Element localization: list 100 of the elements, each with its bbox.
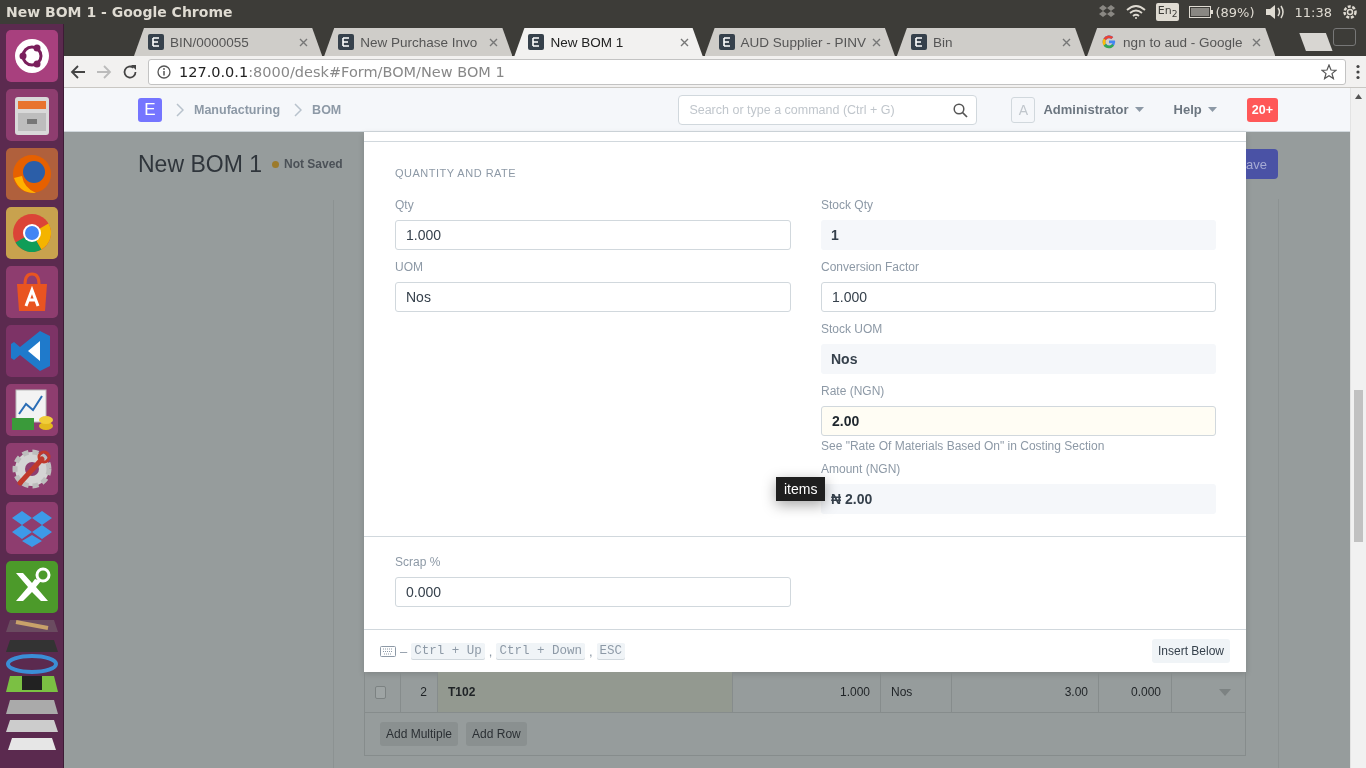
shopping-bag-icon[interactable] (5, 266, 58, 318)
keyboard-icon (380, 645, 396, 657)
g-logo-icon (1101, 34, 1118, 50)
letter-tile-icon (148, 34, 164, 50)
x-icon[interactable] (5, 561, 58, 613)
menu-icon[interactable] (1356, 63, 1360, 80)
field-label: Rate (NGN) (821, 384, 886, 399)
box-icon[interactable] (5, 502, 58, 554)
table-button[interactable]: Add Row (466, 722, 527, 746)
browser-tab[interactable]: New Purchase Invo (324, 28, 513, 56)
read-only-field: 1 (821, 220, 1216, 250)
input-field[interactable]: 2.00 (821, 406, 1216, 436)
tooltip: items (776, 477, 826, 501)
save-button[interactable]: ave (1246, 149, 1278, 179)
read-only-field: Nos (821, 344, 1216, 374)
settings-icon[interactable] (1342, 4, 1358, 20)
section-heading: QUANTITY AND RATE (395, 166, 518, 181)
page-title: New BOM 1 (138, 150, 262, 178)
field-label: Stock UOM (821, 322, 884, 337)
address-bar[interactable]: 127.0.0.1:8000/desk#Form/BOM/New BOM 1 (148, 58, 1346, 85)
user-menu[interactable]: Administrator (1043, 102, 1144, 117)
breadcrumb-link[interactable]: Manufacturing (194, 102, 281, 117)
close-icon[interactable] (1252, 37, 1262, 47)
close-icon[interactable] (871, 37, 881, 47)
scrollbar[interactable] (1350, 88, 1366, 768)
battery-icon[interactable] (1189, 6, 1214, 18)
star-icon[interactable] (1321, 63, 1337, 80)
letter-tile-icon (338, 34, 355, 50)
browser-tab[interactable]: BIN/0000055 (134, 28, 323, 56)
shortcut-key: Ctrl + Up (411, 643, 485, 659)
info-icon[interactable] (157, 64, 171, 79)
table-cell: T102 (438, 672, 733, 712)
delimiter-text: , (588, 643, 593, 659)
up-arrow-icon[interactable] (1355, 94, 1362, 99)
status-text: Not Saved (284, 157, 343, 171)
box-icon[interactable] (1097, 5, 1116, 19)
browser-tab[interactable]: Bin (896, 28, 1086, 56)
field-label: Amount (NGN) (821, 462, 902, 477)
shortcut-key: Ctrl + Down (496, 643, 585, 659)
app-logo[interactable]: E (138, 97, 162, 122)
dash-text: – (400, 643, 408, 659)
insert-below-button[interactable]: Insert Below (1151, 639, 1230, 663)
profile-button[interactable] (1332, 28, 1356, 46)
table-cell: 3.00 (952, 672, 1099, 712)
notification-badge[interactable]: 20+ (1246, 97, 1278, 122)
reload-icon[interactable] (122, 63, 138, 80)
url-text: 127.0.0.1:8000/desk#Form/BOM/New BOM 1 (179, 63, 505, 80)
logo-icon[interactable] (5, 30, 58, 82)
keyboard-layout-indicator[interactable]: En$_{2}$ (1155, 3, 1180, 21)
field-label: Scrap % (395, 555, 442, 570)
input-field[interactable]: 1.000 (821, 282, 1216, 312)
fox-globe-icon[interactable] (5, 148, 58, 200)
search-field[interactable]: Search or type a command (Ctrl + G) (678, 94, 978, 125)
table-cell: 0.000 (1099, 672, 1172, 712)
help-menu[interactable]: Help (1173, 102, 1217, 117)
close-icon[interactable] (489, 37, 499, 47)
chart-money-icon[interactable] (5, 384, 58, 436)
file-cabinet-icon[interactable] (5, 89, 58, 141)
chevron-icon (176, 102, 184, 117)
chevron-icon (294, 102, 303, 117)
browser-icon[interactable] (5, 207, 58, 259)
volume-icon[interactable] (1264, 5, 1285, 19)
help-text: See "Rate Of Materials Based On" in Costing Section (821, 441, 1106, 452)
field-label: Stock Qty (821, 198, 874, 213)
input-field[interactable]: Nos (395, 282, 791, 312)
browser-tab[interactable]: New BOM 1 (514, 28, 703, 56)
caret-icon (1207, 107, 1217, 112)
search-icon[interactable] (953, 102, 969, 118)
scrollbar-thumb[interactable] (1354, 390, 1363, 542)
gear-wrench-icon[interactable] (5, 443, 58, 495)
browser-tab[interactable]: ngn to aud - Google (1087, 28, 1276, 56)
input-field[interactable]: 1.000 (395, 220, 791, 250)
letter-tile-icon (910, 34, 927, 50)
window-title: New BOM 1 - Google Chrome (6, 4, 233, 20)
battery-percentage: (89%) (1215, 4, 1255, 20)
code-editor-icon[interactable] (5, 325, 58, 377)
table-cell: Nos (881, 672, 952, 712)
close-icon[interactable] (299, 37, 309, 47)
table-button[interactable]: Add Multiple (380, 722, 459, 746)
row-checkbox[interactable] (375, 685, 386, 699)
shortcut-key: ESC (596, 643, 626, 659)
table-cell: 1.000 (733, 672, 881, 712)
letter-tile-icon (718, 34, 735, 50)
back-icon[interactable] (70, 63, 86, 80)
field-label: Conversion Factor (821, 260, 921, 275)
clock[interactable]: 11:38 (1294, 4, 1332, 20)
field-label: Qty (395, 198, 415, 213)
caret-icon (1134, 107, 1144, 112)
breadcrumb-link[interactable]: BOM (312, 102, 342, 117)
read-only-field: ₦ 2.00 (821, 484, 1216, 514)
new-tab-button[interactable] (1299, 33, 1333, 51)
letter-tile-icon (528, 34, 545, 50)
input-field[interactable]: 0.000 (395, 577, 791, 607)
close-icon[interactable] (1062, 37, 1072, 47)
browser-tab[interactable]: AUD Supplier - PINV (704, 28, 895, 56)
delimiter-text: , (488, 643, 493, 659)
status-dot (272, 160, 279, 168)
close-icon[interactable] (679, 37, 689, 47)
field-label: UOM (395, 260, 424, 275)
wifi-icon[interactable] (1125, 5, 1146, 19)
